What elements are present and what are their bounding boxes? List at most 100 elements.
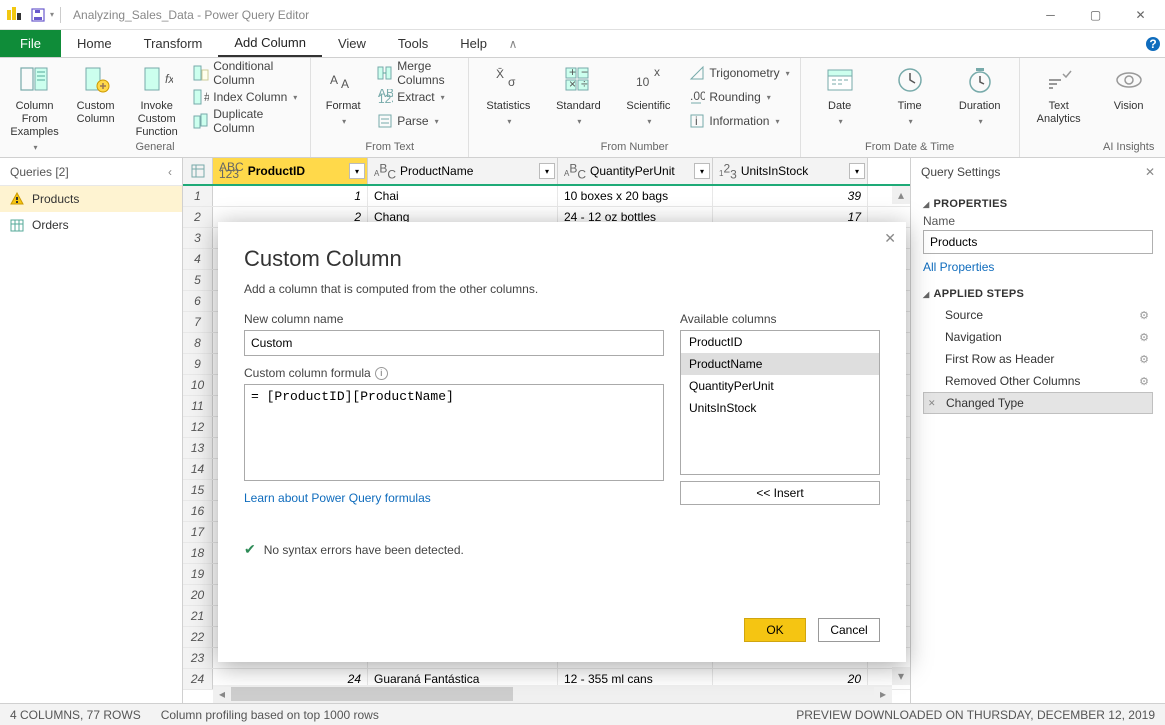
info-icon[interactable]: i — [375, 367, 388, 380]
type-badge-icon[interactable]: 123 — [719, 161, 737, 181]
ribbon-group-from-text: AA Format Merge Columns ABC123Extract Pa… — [311, 58, 469, 157]
date-button[interactable]: Date — [807, 60, 873, 130]
qat-dropdown-icon[interactable]: ▾ — [50, 10, 54, 19]
tab-add-column[interactable]: Add Column — [218, 30, 322, 57]
standard-button[interactable]: +−×÷ Standard — [545, 60, 611, 130]
column-filter-icon[interactable]: ▾ — [694, 163, 710, 179]
tab-home[interactable]: Home — [61, 30, 128, 57]
type-badge-icon[interactable]: ABC — [564, 161, 586, 181]
scroll-down-icon[interactable]: ▾ — [892, 667, 910, 685]
information-button[interactable]: iInformation — [685, 110, 793, 132]
cancel-button[interactable]: Cancel — [818, 618, 880, 642]
available-column-item[interactable]: ProductName — [681, 353, 879, 375]
all-properties-link[interactable]: All Properties — [923, 260, 994, 274]
available-columns-list[interactable]: ProductIDProductNameQuantityPerUnitUnits… — [680, 330, 880, 475]
merge-columns-button[interactable]: Merge Columns — [373, 62, 462, 84]
tab-tools[interactable]: Tools — [382, 30, 444, 57]
status-profiling: Column profiling based on top 1000 rows — [161, 708, 379, 722]
query-name-input[interactable] — [923, 230, 1153, 254]
cell[interactable]: 39 — [713, 186, 868, 206]
help-icon[interactable]: ? — [1141, 30, 1165, 57]
column-header-productid[interactable]: ABC123ProductID▾ — [213, 158, 368, 184]
collapse-queries-icon[interactable]: ‹ — [168, 165, 172, 179]
maximize-button[interactable]: ▢ — [1073, 0, 1118, 30]
available-column-item[interactable]: ProductID — [681, 331, 879, 353]
cell[interactable]: 1 — [213, 186, 368, 206]
rounding-button[interactable]: .00Rounding — [685, 86, 793, 108]
ribbon-collapse-icon[interactable]: ∧ — [503, 30, 523, 57]
grid-corner[interactable] — [183, 158, 213, 184]
gear-icon[interactable]: ⚙ — [1139, 331, 1149, 344]
dialog-close-button[interactable]: ✕ — [884, 230, 896, 247]
row-number: 23 — [183, 648, 213, 668]
conditional-column-button[interactable]: Conditional Column — [189, 62, 304, 84]
gear-icon[interactable]: ⚙ — [1139, 309, 1149, 322]
gear-icon[interactable]: ⚙ — [1139, 353, 1149, 366]
applied-step[interactable]: Removed Other Columns⚙ — [923, 370, 1153, 392]
column-header-quantityperunit[interactable]: ABCQuantityPerUnit▾ — [558, 158, 713, 184]
duration-button[interactable]: Duration — [947, 60, 1013, 130]
scroll-left-icon[interactable]: ◂ — [213, 687, 231, 701]
extract-button[interactable]: ABC123Extract — [373, 86, 462, 108]
close-settings-icon[interactable]: ✕ — [1145, 165, 1155, 179]
column-header-productname[interactable]: ABCProductName▾ — [368, 158, 558, 184]
invoke-custom-function-button[interactable]: fx Invoke Custom Function — [128, 60, 185, 130]
dialog-subtitle: Add a column that is computed from the o… — [244, 282, 880, 296]
parse-button[interactable]: Parse — [373, 110, 462, 132]
available-column-item[interactable]: UnitsInStock — [681, 397, 879, 419]
scroll-up-icon[interactable]: ▴ — [892, 186, 910, 204]
vision-button[interactable]: Vision — [1096, 60, 1162, 130]
column-filter-icon[interactable]: ▾ — [349, 163, 365, 179]
horizontal-scrollbar[interactable]: ◂ ▸ — [213, 685, 892, 703]
tab-help[interactable]: Help — [444, 30, 503, 57]
column-filter-icon[interactable]: ▾ — [539, 163, 555, 179]
insert-button[interactable]: << Insert — [680, 481, 880, 505]
learn-formulas-link[interactable]: Learn about Power Query formulas — [244, 491, 664, 505]
cell[interactable]: 10 boxes x 20 bags — [558, 186, 713, 206]
gear-icon[interactable]: ⚙ — [1139, 375, 1149, 388]
trigonometry-icon — [689, 65, 705, 81]
minimize-button[interactable]: ─ — [1028, 0, 1073, 30]
new-column-name-input[interactable] — [244, 330, 664, 356]
ok-button[interactable]: OK — [744, 618, 806, 642]
type-badge-icon[interactable]: ABC — [374, 161, 396, 181]
custom-column-button[interactable]: Custom Column — [67, 60, 124, 130]
applied-step[interactable]: Changed Type — [923, 392, 1153, 414]
save-icon[interactable] — [28, 5, 48, 25]
type-badge-icon[interactable]: ABC123 — [219, 164, 244, 178]
column-from-examples-button[interactable]: Column From Examples — [6, 60, 63, 130]
applied-step[interactable]: Navigation⚙ — [923, 326, 1153, 348]
scroll-right-icon[interactable]: ▸ — [874, 687, 892, 701]
applied-step[interactable]: Source⚙ — [923, 304, 1153, 326]
query-item-products[interactable]: Products — [0, 186, 182, 212]
cell[interactable]: Chai — [368, 186, 558, 206]
duplicate-column-button[interactable]: Duplicate Column — [189, 110, 304, 132]
format-button[interactable]: AA Format — [317, 60, 369, 130]
tab-view[interactable]: View — [322, 30, 382, 57]
table-row[interactable]: 11Chai10 boxes x 20 bags39 — [183, 186, 910, 207]
index-column-button[interactable]: #Index Column — [189, 86, 304, 108]
applied-step[interactable]: First Row as Header⚙ — [923, 348, 1153, 370]
query-item-orders[interactable]: Orders — [0, 212, 182, 238]
scientific-button[interactable]: 10x Scientific — [615, 60, 681, 130]
status-bar: 4 COLUMNS, 77 ROWS Column profiling base… — [0, 703, 1165, 725]
close-button[interactable]: ✕ — [1118, 0, 1163, 30]
properties-section-title[interactable]: PROPERTIES — [923, 198, 1153, 210]
applied-steps-section-title[interactable]: APPLIED STEPS — [923, 288, 1153, 300]
tab-file[interactable]: File — [0, 30, 61, 57]
available-column-item[interactable]: QuantityPerUnit — [681, 375, 879, 397]
column-filter-icon[interactable]: ▾ — [849, 163, 865, 179]
tab-transform[interactable]: Transform — [128, 30, 219, 57]
time-button[interactable]: Time — [877, 60, 943, 130]
formula-input[interactable]: = [ProductID][ProductName] — [244, 384, 664, 481]
trigonometry-button[interactable]: Trigonometry — [685, 62, 793, 84]
text-analytics-button[interactable]: Text Analytics — [1026, 60, 1092, 130]
status-columns-rows: 4 COLUMNS, 77 ROWS — [10, 708, 141, 722]
custom-column-dialog: ✕ Custom Column Add a column that is com… — [218, 222, 906, 662]
statistics-button[interactable]: X̄σ Statistics — [475, 60, 541, 130]
column-header-unitsinstock[interactable]: 123UnitsInStock▾ — [713, 158, 868, 184]
row-number: 21 — [183, 606, 213, 626]
scroll-thumb[interactable] — [213, 687, 513, 701]
window-title: Analyzing_Sales_Data - Power Query Edito… — [73, 8, 309, 22]
svg-text:fx: fx — [165, 72, 173, 86]
